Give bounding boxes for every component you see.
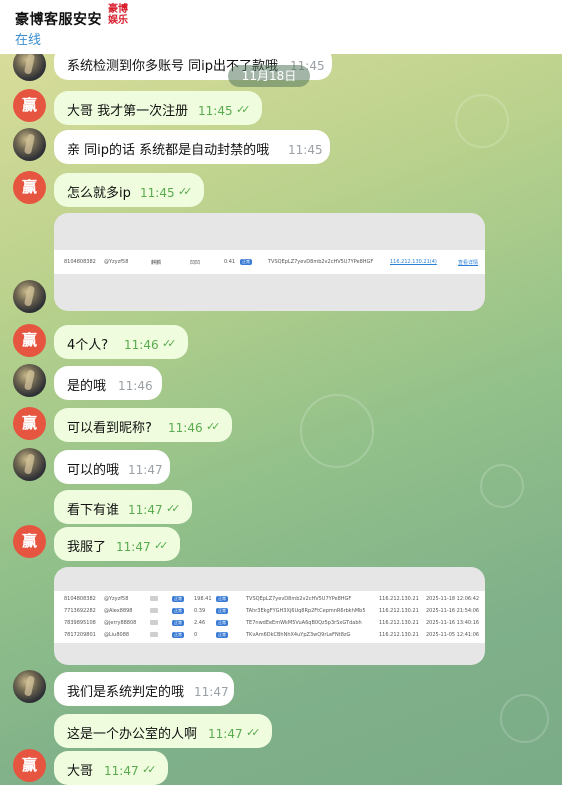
message-time: 11:46: [124, 338, 159, 352]
chat-title[interactable]: 豪博客服安安: [15, 9, 102, 29]
message-list[interactable]: 系统检测到你多账号 同ip出不了款哦 11:45 11月18日 赢 大哥 我才第…: [0, 54, 562, 785]
message-time: 11:45: [288, 143, 323, 157]
message-time: 11:47: [194, 685, 229, 699]
message-bubble[interactable]: 可以的哦 11:47: [54, 450, 170, 484]
balloon-doodle-icon: [300, 394, 374, 468]
message-text: 可以的哦: [67, 463, 120, 478]
message-bubble[interactable]: 大哥 我才第一次注册 11:45 ✓✓: [54, 91, 262, 125]
image-table-row: 7817209801 @Liu8088 正常 0 正常 TKvAm6DkCBhN…: [64, 632, 480, 638]
user-avatar[interactable]: 赢: [13, 89, 46, 122]
message-bubble[interactable]: 我们是系统判定的哦 11:47: [54, 672, 234, 706]
message-time: 11:47: [208, 727, 243, 741]
smiley-doodle-icon: [480, 464, 524, 508]
message-bubble[interactable]: 我服了 11:47 ✓✓: [54, 527, 180, 561]
read-checkmark-icon: ✓✓: [162, 337, 177, 350]
image-table-row: 8104808382 @Yzyzf58 麒麟 凹凹 0.41 正常 TVSQEp…: [54, 250, 485, 274]
gift-doodle-icon: [500, 694, 549, 743]
message-text: 看下有谁: [67, 503, 120, 518]
message-time: 11:45: [140, 186, 175, 200]
agent-avatar[interactable]: [13, 448, 46, 481]
image-message[interactable]: 8104808382 @Yzyzf58 正常 198.41 正常 TVSQEpL…: [54, 567, 485, 665]
read-checkmark-icon: ✓✓: [166, 502, 181, 515]
message-bubble[interactable]: 怎么就多ip 11:45 ✓✓: [54, 173, 204, 207]
read-checkmark-icon: ✓✓: [206, 420, 221, 433]
user-avatar[interactable]: 赢: [13, 407, 46, 440]
bird-doodle-icon: [455, 94, 509, 148]
message-text: 是的哦: [67, 379, 107, 394]
brand-logo: 豪博娱乐: [108, 4, 128, 26]
read-checkmark-icon: ✓✓: [178, 185, 193, 198]
message-bubble[interactable]: 可以看到昵称? 11:46 ✓✓: [54, 408, 232, 442]
message-text: 这是一个办公室的人啊: [67, 727, 198, 742]
agent-avatar[interactable]: [13, 280, 46, 313]
agent-avatar[interactable]: [13, 364, 46, 397]
agent-avatar[interactable]: [13, 128, 46, 161]
message-text: 怎么就多ip: [67, 186, 131, 201]
image-table-row: 7713692282 @Alex8898 正常 0.39 正常 TAhr3Ekg…: [64, 608, 480, 614]
message-text: 可以看到昵称?: [67, 421, 152, 436]
chat-header: 豪博客服安安 豪博娱乐 在线: [0, 0, 562, 54]
message-bubble[interactable]: 看下有谁 11:47 ✓✓: [54, 490, 192, 524]
online-status: 在线: [15, 33, 42, 48]
date-separator: 11月18日: [228, 65, 310, 87]
message-bubble[interactable]: 这是一个办公室的人啊 11:47 ✓✓: [54, 714, 272, 748]
image-table-row: 8104808382 @Yzyzf58 正常 198.41 正常 TVSQEpL…: [64, 596, 480, 602]
message-text: 4个人?: [67, 338, 109, 353]
message-time: 11:47: [128, 503, 163, 517]
message-text: 我服了: [67, 540, 107, 555]
message-bubble[interactable]: 4个人? 11:46 ✓✓: [54, 325, 188, 359]
user-avatar[interactable]: 赢: [13, 525, 46, 558]
read-checkmark-icon: ✓✓: [154, 539, 169, 552]
user-avatar[interactable]: 赢: [13, 324, 46, 357]
message-time: 11:47: [116, 540, 151, 554]
message-text: 我们是系统判定的哦: [67, 685, 185, 700]
read-checkmark-icon: ✓✓: [142, 763, 157, 776]
read-checkmark-icon: ✓✓: [236, 103, 251, 116]
message-time: 11:46: [118, 379, 153, 393]
message-time: 11:45: [198, 104, 233, 118]
agent-avatar[interactable]: [13, 54, 46, 81]
message-text: 大哥 我才第一次注册: [67, 104, 189, 119]
read-checkmark-icon: ✓✓: [246, 726, 261, 739]
message-time: 11:47: [104, 764, 139, 778]
user-avatar[interactable]: 赢: [13, 171, 46, 204]
message-bubble[interactable]: 大哥 11:47 ✓✓: [54, 751, 168, 785]
image-message[interactable]: 8104808382 @Yzyzf58 麒麟 凹凹 0.41 正常 TVSQEp…: [54, 213, 485, 311]
agent-avatar[interactable]: [13, 670, 46, 703]
message-text: 大哥: [67, 764, 94, 779]
message-bubble[interactable]: 是的哦 11:46: [54, 366, 162, 400]
image-table: 8104808382 @Yzyzf58 正常 198.41 正常 TVSQEpL…: [54, 591, 485, 643]
message-text: 亲 同ip的话 系统都是自动封禁的哦: [67, 143, 270, 158]
message-bubble[interactable]: 亲 同ip的话 系统都是自动封禁的哦 11:45: [54, 130, 330, 164]
message-time: 11:47: [128, 463, 163, 477]
message-time: 11:46: [168, 421, 203, 435]
user-avatar[interactable]: 赢: [13, 749, 46, 782]
image-table-row: 7839895108 @jerry88808 正常 2.46 正常 TE7nwd…: [64, 620, 480, 626]
